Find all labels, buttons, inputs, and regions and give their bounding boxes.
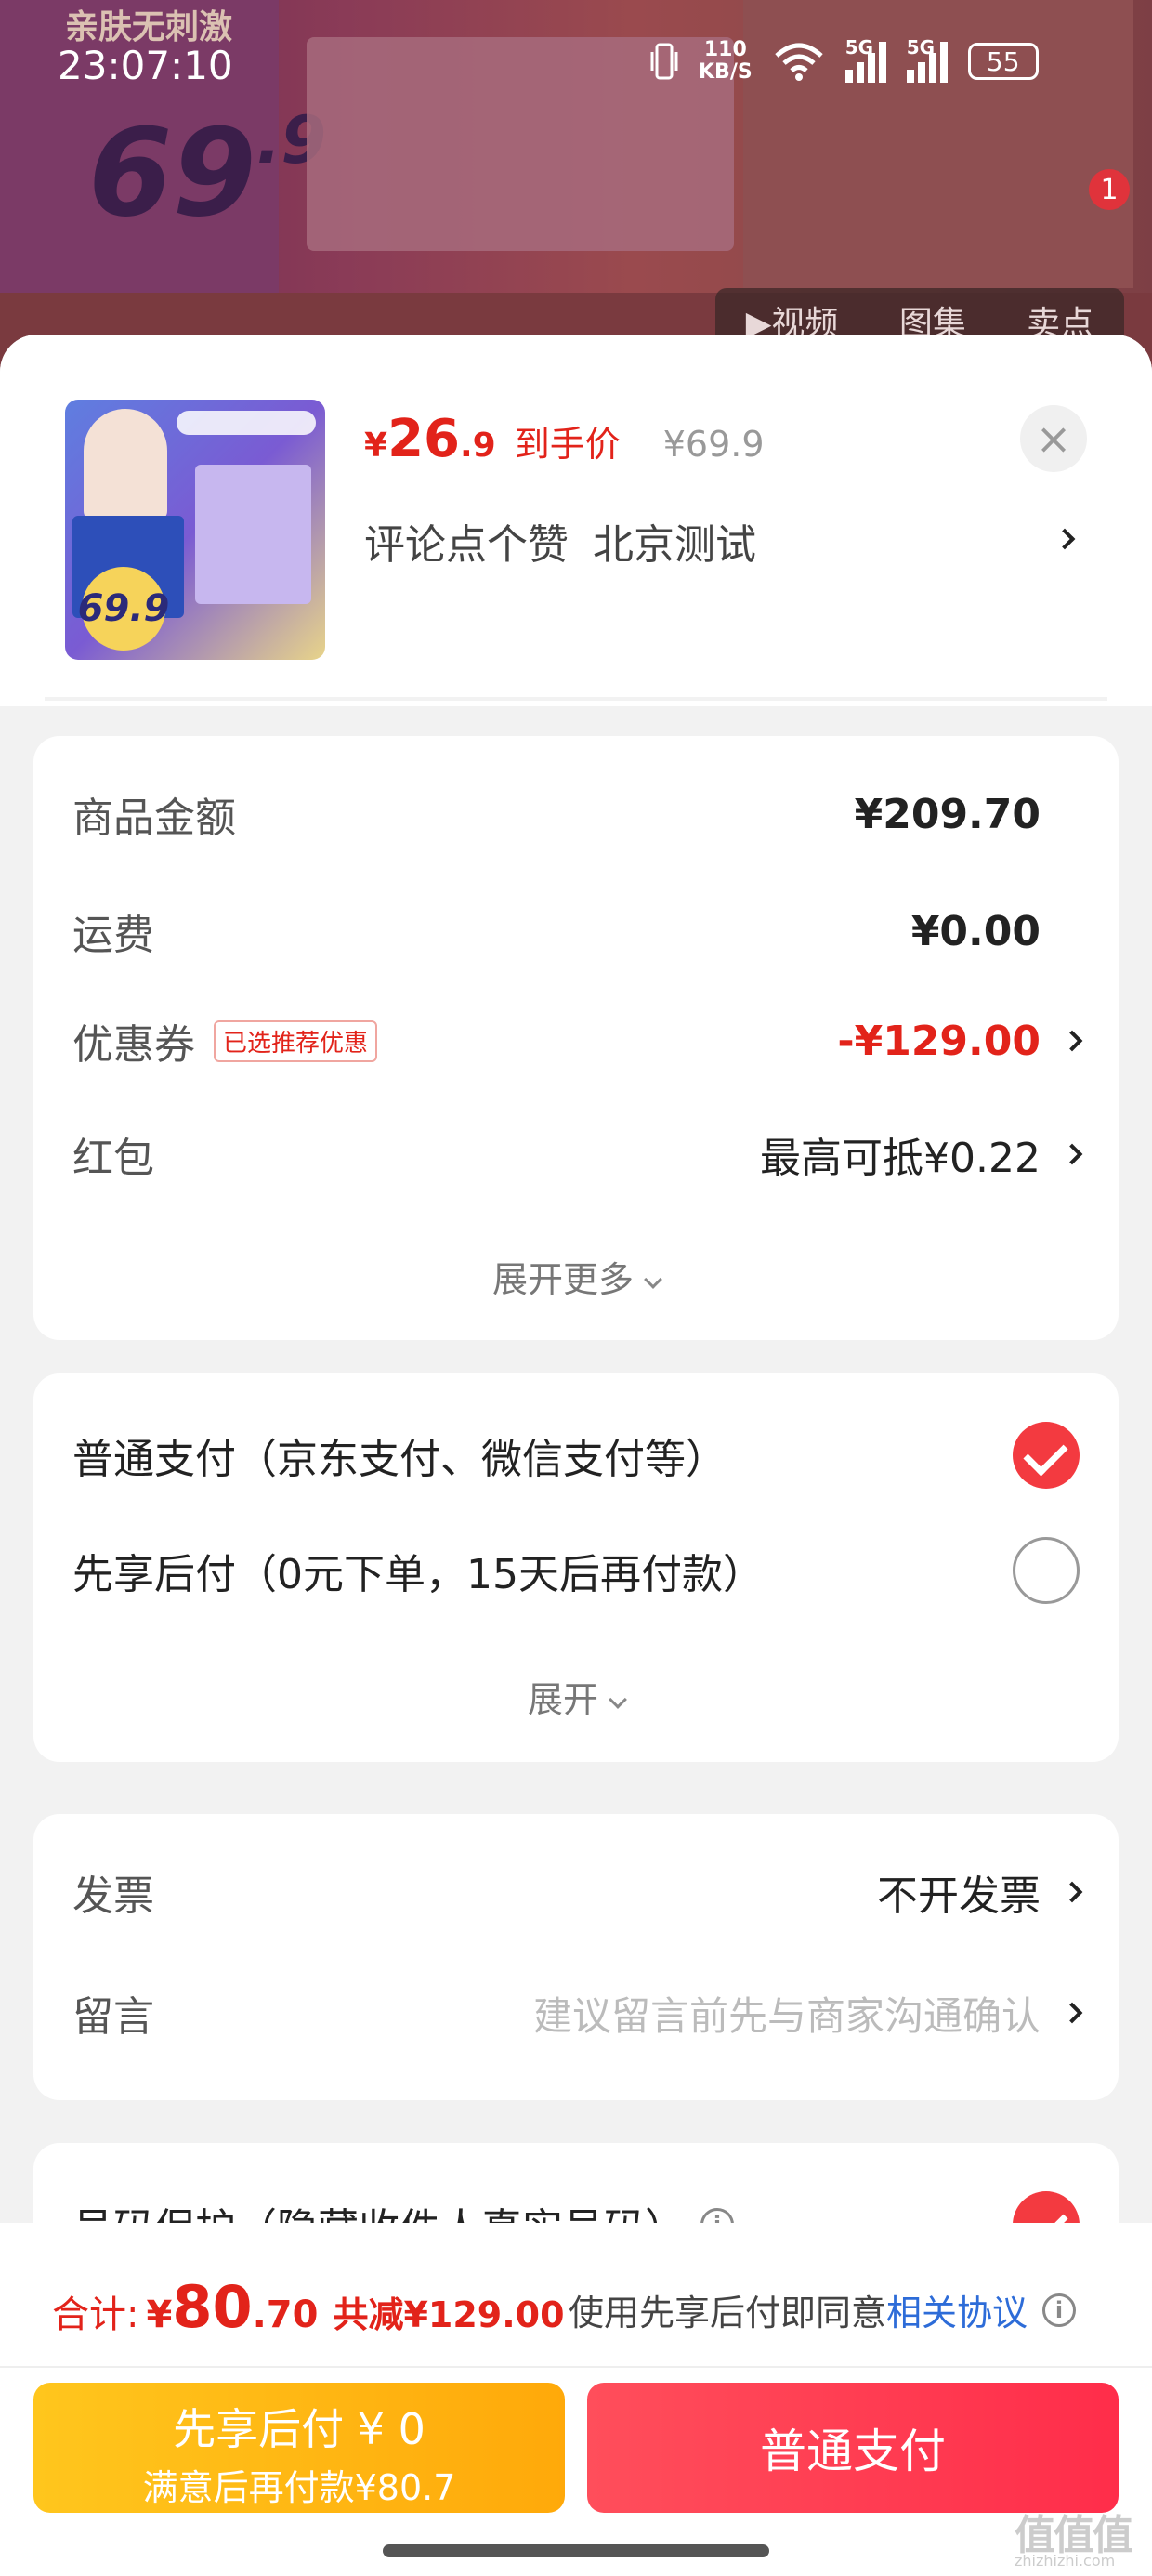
expand-more-button[interactable]: 展开更多 (33, 1251, 1119, 1302)
message-row[interactable]: 留言 建议留言前先与商家沟通确认 (72, 1983, 1083, 2043)
order-total: 合计: ¥ 80 .70 共减¥129.00 (52, 2273, 565, 2341)
final-price-tag: 到手价 (514, 424, 621, 465)
checkout-bar: 合计: ¥ 80 .70 共减¥129.00 使用先享后付即同意 相关协议 i … (0, 2223, 1152, 2576)
payment-later-label: 先享后付（0元下单，15天后再付款） (72, 1551, 764, 1598)
vibrate-icon (650, 43, 678, 80)
status-bar: 23:07:10 110 KB/S 5G 5G 55 (0, 0, 1152, 139)
chevron-right-icon[interactable] (1061, 1030, 1083, 1052)
coupon-label: 优惠券 (72, 1021, 195, 1069)
message-input[interactable]: 建议留言前先与商家沟通确认 (533, 1985, 1041, 2042)
coupon-value: -¥129.00 (837, 1017, 1041, 1065)
pay-normal-button[interactable]: 普通支付 (587, 2383, 1119, 2513)
expand-more-label: 展开更多 (491, 1259, 634, 1300)
divider (45, 697, 1107, 701)
total-integer: 80 (172, 2273, 253, 2341)
chevron-right-icon[interactable] (1054, 528, 1076, 550)
thumbnail-price: 69.9 (78, 567, 169, 651)
close-icon[interactable]: × (1036, 414, 1072, 464)
info-icon[interactable]: i (1042, 2293, 1077, 2327)
coupon-label-group: 优惠券 已选推荐优惠 (72, 1011, 378, 1071)
coupon-recommended-badge: 已选推荐优惠 (214, 1019, 378, 1062)
payment-option-normal[interactable]: 普通支付（京东支付、微信支付等） (72, 1422, 1080, 1489)
coupon-row[interactable]: 优惠券 已选推荐优惠 -¥129.00 (72, 1011, 1083, 1071)
goods-amount-row: 商品金额 ¥209.70 (72, 784, 1080, 844)
goods-amount-label: 商品金额 (72, 795, 236, 842)
product-spec[interactable]: 评论点个赞 北京测试 (364, 511, 756, 571)
total-decimal: .70 (252, 2293, 319, 2336)
chevron-down-icon (609, 1690, 627, 1709)
invoice-row[interactable]: 发票 不开发票 (72, 1862, 1083, 1922)
payment-option-later[interactable]: 先享后付（0元下单，15天后再付款） (72, 1537, 1080, 1604)
sim1-label: 5G (844, 36, 874, 59)
watermark-url: zhizhizhi.com (1015, 2552, 1116, 2569)
network-speed: 110 KB/S (699, 39, 753, 84)
payment-expand-button[interactable]: 展开 (33, 1671, 1119, 1722)
chevron-right-icon[interactable] (1061, 1881, 1083, 1903)
thumbnail-model (84, 409, 167, 520)
status-icons: 110 KB/S 5G 5G 55 (650, 36, 1039, 84)
payment-method-card: 普通支付（京东支付、微信支付等） 先享后付（0元下单，15天后再付款） 展开 (33, 1373, 1119, 1762)
invoice-value: 不开发票 (877, 1873, 1041, 1920)
signal-icon-2: 5G (906, 36, 948, 83)
spec-part-2: 北京测试 (593, 521, 756, 569)
divider (0, 2366, 1152, 2368)
extras-card: 发票 不开发票 留言 建议留言前先与商家沟通确认 (33, 1814, 1119, 2100)
chevron-down-icon (644, 1270, 662, 1289)
payment-expand-label: 展开 (527, 1679, 598, 1720)
thumbnail-tissue-box (195, 465, 311, 604)
agreement-note: 使用先享后付即同意 相关协议 i (569, 2284, 1077, 2335)
sim2-label: 5G (906, 36, 936, 59)
total-savings: 共减¥129.00 (333, 2294, 565, 2335)
product-thumbnail[interactable]: 69.9 (65, 400, 325, 660)
product-summary: 69.9 ¥26.9 到手价 ¥69.9 × 评论点个赞 北京测试 (0, 335, 1152, 706)
price-row: ¥26.9 到手价 ¥69.9 (364, 409, 765, 469)
invoice-value-group[interactable]: 不开发票 (877, 1862, 1083, 1922)
redpacket-value-group[interactable]: 最高可抵¥0.22 (760, 1124, 1083, 1184)
check-icon[interactable] (1013, 1422, 1080, 1489)
redpacket-value: 最高可抵¥0.22 (760, 1135, 1041, 1182)
network-speed-value: 110 (703, 38, 747, 61)
clock: 23:07:10 (58, 43, 233, 88)
coupon-value-group[interactable]: -¥129.00 (837, 1017, 1083, 1065)
wifi-icon (775, 43, 823, 81)
chevron-right-icon[interactable] (1061, 1143, 1083, 1165)
battery-icon: 55 (967, 43, 1039, 80)
chevron-right-icon[interactable] (1061, 2002, 1083, 2024)
fee-card: 商品金额 ¥209.70 运费 ¥0.00 优惠券 已选推荐优惠 -¥129.00… (33, 736, 1119, 1340)
final-price: ¥26.9 (364, 409, 496, 469)
message-input-group[interactable]: 建议留言前先与商家沟通确认 (533, 1985, 1083, 2042)
message-label: 留言 (72, 1993, 154, 2041)
payment-normal-label: 普通支付（京东支付、微信支付等） (72, 1436, 727, 1483)
home-indicator[interactable] (383, 2544, 769, 2557)
shipping-label: 运费 (72, 912, 154, 959)
total-label: 合计: (52, 2293, 139, 2336)
invoice-label: 发票 (72, 1873, 154, 1920)
notification-badge: 1 (1089, 169, 1130, 210)
shipping-value: ¥0.00 (910, 907, 1041, 955)
agreement-link[interactable]: 相关协议 (886, 2284, 1028, 2335)
original-price: ¥69.9 (662, 424, 765, 465)
redpacket-row[interactable]: 红包 最高可抵¥0.22 (72, 1124, 1083, 1184)
close-button[interactable]: × (1020, 405, 1087, 472)
signal-icon: 5G (844, 36, 886, 83)
agreement-text: 使用先享后付即同意 (569, 2293, 887, 2333)
thumbnail-banner (177, 411, 316, 435)
network-speed-unit: KB/S (699, 60, 753, 84)
spec-part-1: 评论点个赞 (364, 521, 569, 569)
shipping-row: 运费 ¥0.00 (72, 901, 1080, 961)
redpacket-label: 红包 (72, 1135, 154, 1182)
radio-icon[interactable] (1013, 1537, 1080, 1604)
pay-later-title: 先享后付 ¥ 0 (173, 2404, 425, 2454)
goods-amount-value: ¥209.70 (854, 790, 1041, 838)
pay-later-subtitle: 满意后再付款¥80.7 (142, 2467, 456, 2508)
pay-later-button[interactable]: 先享后付 ¥ 0 满意后再付款¥80.7 (33, 2383, 565, 2513)
total-currency: ¥ (146, 2293, 173, 2336)
